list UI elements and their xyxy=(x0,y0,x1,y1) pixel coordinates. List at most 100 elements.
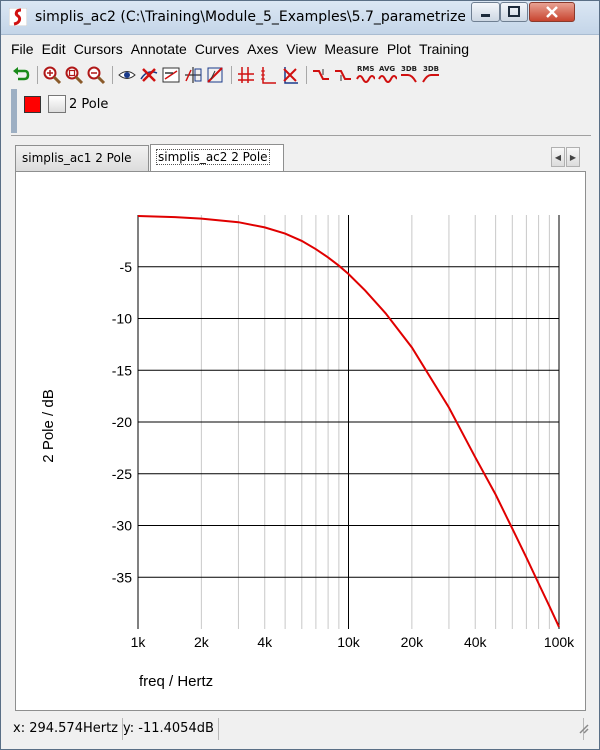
tab-simplis-ac2[interactable]: simplis_ac2 2 Pole xyxy=(150,144,284,172)
rms-button[interactable]: RMS xyxy=(355,65,375,85)
delete-curve-button[interactable] xyxy=(139,65,159,85)
curve-color-swatch[interactable] xyxy=(24,96,41,113)
application-window: simplis_ac2 (C:\Training\Module_5_Exampl… xyxy=(0,0,600,750)
rms-label: RMS xyxy=(357,65,375,73)
delete-axis-icon xyxy=(283,67,298,84)
avg-button[interactable]: AVG xyxy=(377,65,397,85)
tab-label: simplis_ac1 2 Pole xyxy=(22,151,132,165)
status-bar: x: 294.574Hertz y: -11.4054dB xyxy=(9,716,593,742)
eye-icon xyxy=(118,71,136,79)
curve-legend-bar: 2 Pole xyxy=(11,89,591,133)
y-tick-label: -30 xyxy=(112,518,132,534)
graph-tabs: simplis_ac1 2 Pole simplis_ac2 2 Pole ◀ … xyxy=(15,144,585,172)
menu-plot[interactable]: Plot xyxy=(383,37,415,61)
window-title: simplis_ac2 (C:\Training\Module_5_Exampl… xyxy=(35,9,465,25)
chevron-left-icon: ◀ xyxy=(554,153,562,162)
undo-icon xyxy=(13,67,30,81)
y-tick-label: -5 xyxy=(120,259,133,275)
x-tick-label: 40k xyxy=(464,634,488,650)
toolbar-separator xyxy=(231,66,232,84)
menu-annotate[interactable]: Annotate xyxy=(127,37,191,61)
3db-low-label: 3DB xyxy=(401,65,418,73)
menu-bar: File Edit Cursors Annotate Curves Axes V… xyxy=(7,37,593,61)
delete-curve-icon xyxy=(140,68,158,82)
menu-axes[interactable]: Axes xyxy=(243,37,282,61)
tab-scroll-left-button[interactable]: ◀ xyxy=(551,147,565,167)
tab-scroll-right-button[interactable]: ▶ xyxy=(566,147,580,167)
y-tick-label: -15 xyxy=(112,362,132,378)
tab-label: simplis_ac2 2 Pole xyxy=(156,149,270,165)
legend-accent-strip xyxy=(11,89,17,133)
show-curve-button[interactable] xyxy=(117,65,137,85)
axis-icon xyxy=(261,67,276,84)
zoom-fit-icon xyxy=(65,66,84,85)
y-tick-label: -20 xyxy=(112,414,132,430)
toolbar-separator xyxy=(306,66,307,84)
tab-simplis-ac1[interactable]: simplis_ac1 2 Pole xyxy=(15,145,149,171)
toolbar-separator xyxy=(37,66,38,84)
x-tick-label: 2k xyxy=(194,634,210,650)
annotate-button[interactable] xyxy=(161,65,181,85)
title-bar[interactable]: simplis_ac2 (C:\Training\Module_5_Exampl… xyxy=(1,1,599,35)
y-axis-label: 2 Pole / dB xyxy=(40,389,57,462)
3db-high-button[interactable]: 3DB xyxy=(421,65,441,85)
zoom-in-icon xyxy=(43,66,62,85)
axis-button[interactable] xyxy=(258,65,278,85)
x-axis-label: freq / Hertz xyxy=(139,673,213,690)
measure-rise-button[interactable] xyxy=(311,65,331,85)
measure-fall-icon xyxy=(335,70,351,81)
plot-area[interactable]: -5 -10 -15 -20 -25 -30 -35 1k 2k 4k 10k 20k 40k 100k… xyxy=(15,171,586,711)
menu-training[interactable]: Training xyxy=(415,37,473,61)
curve-legend-label[interactable]: 2 Pole xyxy=(69,97,108,112)
curve-select-checkbox[interactable] xyxy=(48,95,66,113)
bode-magnitude-chart[interactable]: -5 -10 -15 -20 -25 -30 -35 1k 2k 4k 10k 20k 40k 100k… xyxy=(16,172,585,710)
remove-cursor-button[interactable] xyxy=(205,65,225,85)
simplis-app-icon xyxy=(9,8,27,26)
menu-curves[interactable]: Curves xyxy=(191,37,243,61)
zoom-out-button[interactable] xyxy=(86,65,106,85)
cursor-button[interactable] xyxy=(183,65,203,85)
resize-grip-icon[interactable] xyxy=(577,722,589,734)
toolbar: RMS AVG 3DB 3DB xyxy=(11,63,591,87)
3db-high-label: 3DB xyxy=(423,65,440,73)
cursor-icon xyxy=(185,67,202,83)
chevron-right-icon: ▶ xyxy=(569,153,577,162)
status-message xyxy=(214,718,584,740)
y-tick-label: -35 xyxy=(112,569,132,585)
y-tick-label: -10 xyxy=(112,311,132,327)
undo-button[interactable] xyxy=(11,65,31,85)
zoom-in-button[interactable] xyxy=(42,65,62,85)
menu-view[interactable]: View xyxy=(282,37,320,61)
maximize-button[interactable] xyxy=(500,2,528,22)
avg-label: AVG xyxy=(379,65,396,73)
annotate-abc-icon xyxy=(162,67,180,83)
minimize-button[interactable] xyxy=(471,2,500,22)
maximize-icon xyxy=(508,6,520,17)
delete-axis-button[interactable] xyxy=(280,65,300,85)
x-tick-label: 10k xyxy=(337,634,361,650)
minimize-icon xyxy=(481,14,490,17)
menu-edit[interactable]: Edit xyxy=(38,37,70,61)
cursor-y-readout: y: -11.4054dB xyxy=(119,718,219,740)
divider xyxy=(11,135,591,136)
zoom-out-icon xyxy=(87,66,106,85)
x-tick-label: 4k xyxy=(257,634,273,650)
x-tick-label: 100k xyxy=(544,634,575,650)
y-tick-labels: -5 -10 -15 -20 -25 -30 -35 xyxy=(112,259,132,586)
cursor-x-readout: x: 294.574Hertz xyxy=(9,718,124,740)
menu-measure[interactable]: Measure xyxy=(320,37,382,61)
x-tick-label: 1k xyxy=(131,634,147,650)
3db-low-button[interactable]: 3DB xyxy=(399,65,419,85)
y-tick-label: -25 xyxy=(112,466,132,482)
close-button[interactable] xyxy=(529,2,575,22)
close-icon xyxy=(546,6,558,18)
zoom-fit-button[interactable] xyxy=(64,65,84,85)
remove-cursor-icon xyxy=(207,67,223,83)
measure-rise-icon xyxy=(313,69,329,80)
toolbar-separator xyxy=(112,66,113,84)
measure-fall-button[interactable] xyxy=(333,65,353,85)
x-tick-labels: 1k 2k 4k 10k 20k 40k 100k xyxy=(131,634,576,650)
menu-file[interactable]: File xyxy=(7,37,38,61)
grid-button[interactable] xyxy=(236,65,256,85)
menu-cursors[interactable]: Cursors xyxy=(70,37,127,61)
